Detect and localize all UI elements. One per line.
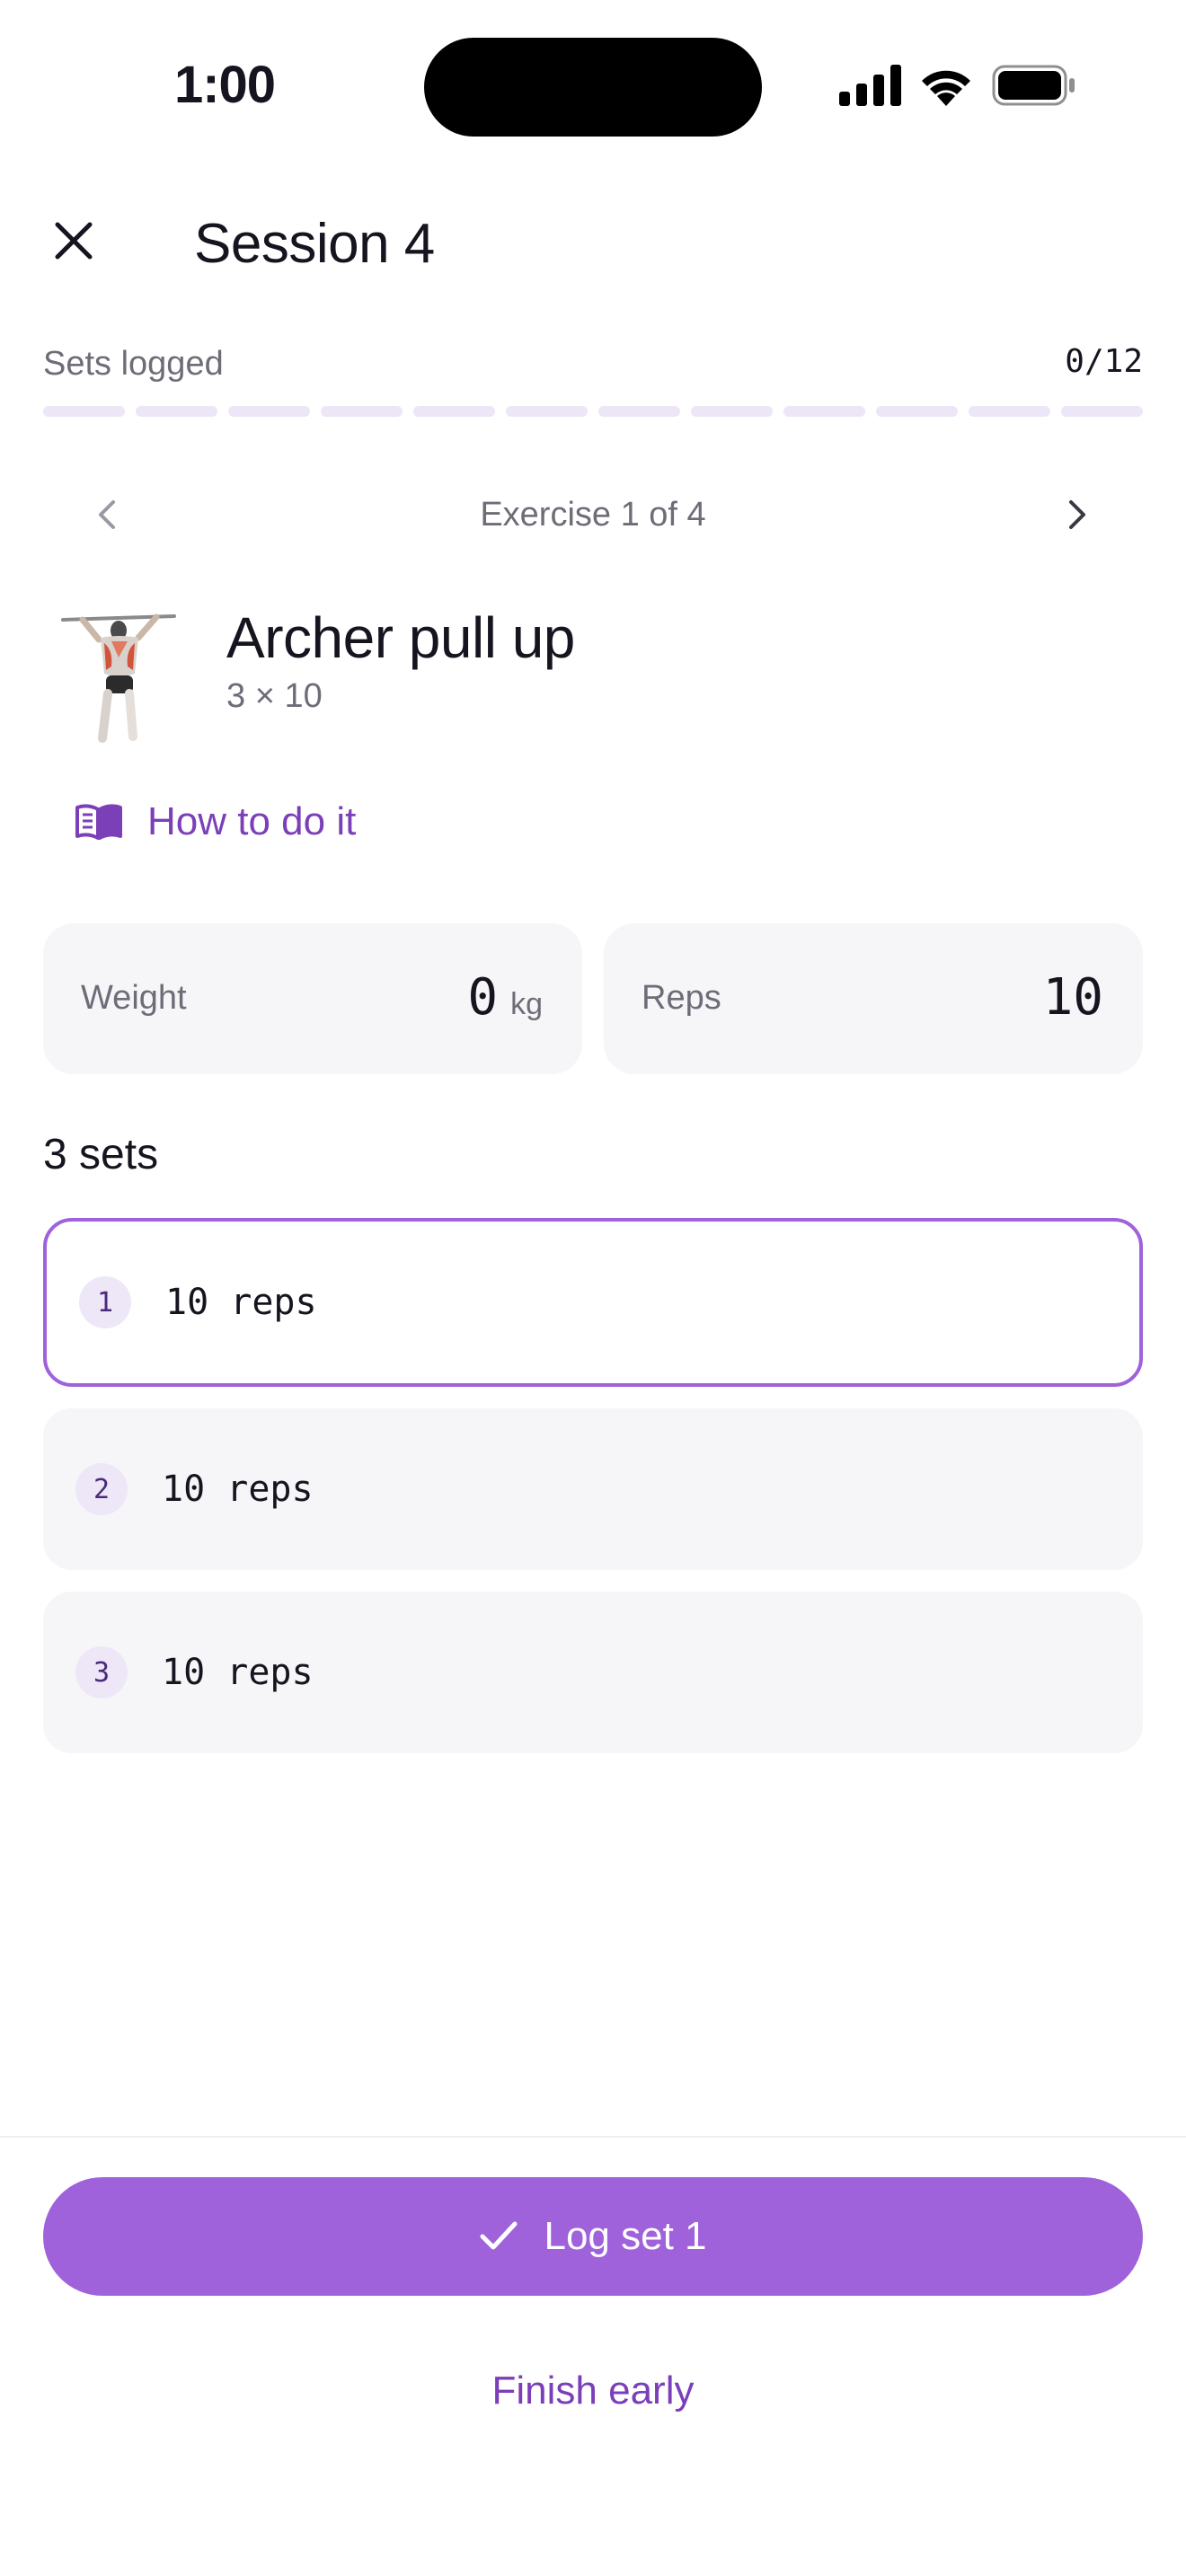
reps-value: 10 — [1042, 968, 1103, 1027]
set-reps: 10 reps — [165, 1282, 317, 1323]
weight-field[interactable]: Weight 0 kg — [43, 923, 582, 1074]
set-number: 1 — [79, 1276, 131, 1328]
progress-segment — [783, 406, 865, 417]
how-to-label: How to do it — [147, 799, 357, 843]
exercise-scheme: 3 × 10 — [226, 677, 323, 715]
weight-value: 0 — [467, 968, 499, 1027]
set-row-1[interactable]: 1 10 reps — [43, 1218, 1143, 1387]
set-row-2[interactable]: 2 10 reps — [43, 1408, 1143, 1570]
exercise-position-label: Exercise 1 of 4 — [480, 496, 706, 534]
set-reps: 10 reps — [162, 1469, 314, 1510]
close-button[interactable] — [41, 208, 106, 273]
progress-segment — [969, 406, 1050, 417]
finish-early-button[interactable]: Finish early — [323, 2364, 863, 2418]
progress-segment — [136, 406, 217, 417]
exercise-name: Archer pull up — [226, 605, 575, 670]
page-title: Session 4 — [194, 213, 435, 275]
signal-icon — [839, 65, 901, 106]
reps-field[interactable]: Reps 10 — [604, 923, 1143, 1074]
close-icon — [55, 222, 93, 260]
progress-segment — [321, 406, 403, 417]
progress-segment — [876, 406, 958, 417]
how-to-link[interactable]: How to do it — [74, 790, 356, 853]
reps-label: Reps — [642, 979, 721, 1017]
dynamic-island — [424, 38, 762, 137]
sets-heading: 3 sets — [43, 1131, 159, 1178]
footer-divider — [0, 2136, 1186, 2138]
status-time: 1:00 — [173, 56, 276, 114]
progress-segment — [598, 406, 680, 417]
chevron-right-icon — [1069, 500, 1085, 529]
set-number: 2 — [75, 1463, 128, 1515]
exercise-thumbnail — [61, 613, 176, 743]
progress-segment — [43, 406, 125, 417]
sets-logged-count: 0/12 — [1065, 343, 1143, 380]
chevron-left-icon — [99, 500, 115, 529]
previous-exercise-button[interactable] — [75, 483, 138, 546]
book-open-icon — [75, 804, 122, 840]
sets-logged-label: Sets logged — [43, 345, 224, 383]
next-exercise-button[interactable] — [1046, 483, 1109, 546]
weight-label: Weight — [81, 979, 187, 1017]
progress-segment — [228, 406, 310, 417]
progress-segment — [413, 406, 495, 417]
progress-segment — [1061, 406, 1143, 417]
sets-progress-bar — [43, 406, 1143, 417]
progress-segment — [691, 406, 773, 417]
log-set-button[interactable]: Log set 1 — [43, 2177, 1143, 2296]
wifi-icon — [922, 70, 970, 106]
log-set-label: Log set 1 — [544, 2214, 707, 2258]
set-number: 3 — [75, 1646, 128, 1698]
check-icon — [480, 2221, 518, 2250]
set-reps: 10 reps — [162, 1652, 314, 1693]
battery-icon — [992, 65, 1075, 106]
progress-segment — [506, 406, 588, 417]
weight-unit: kg — [510, 987, 543, 1021]
set-row-3[interactable]: 3 10 reps — [43, 1592, 1143, 1753]
